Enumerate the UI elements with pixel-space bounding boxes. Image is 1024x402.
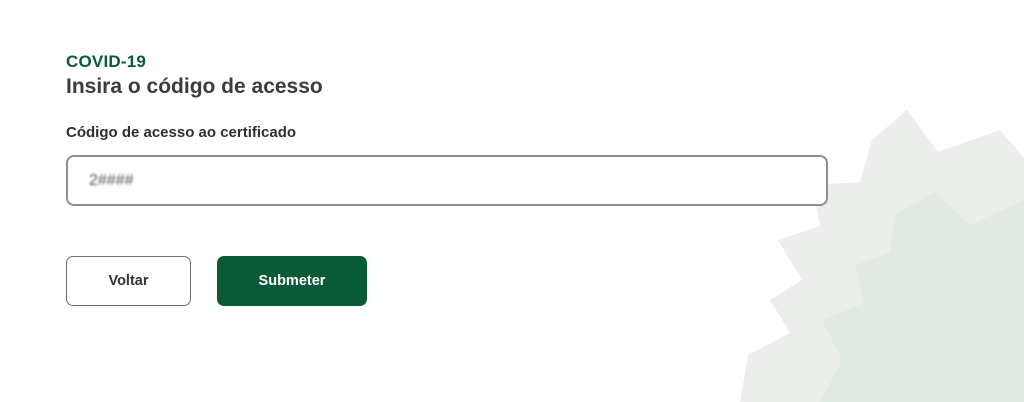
access-code-input[interactable] [68,157,826,204]
page-title: Insira o código de acesso [66,75,323,98]
submit-button[interactable]: Submeter [217,256,367,306]
back-button[interactable]: Voltar [66,256,191,306]
access-code-field[interactable] [66,155,828,206]
form-actions: Voltar Submeter [66,256,367,306]
access-code-form: COVID-19 Insira o código de acesso Códig… [66,52,828,206]
page-kicker: COVID-19 [66,52,147,71]
access-code-label: Código de acesso ao certificado [66,124,297,141]
starburst-inner [820,192,1024,402]
